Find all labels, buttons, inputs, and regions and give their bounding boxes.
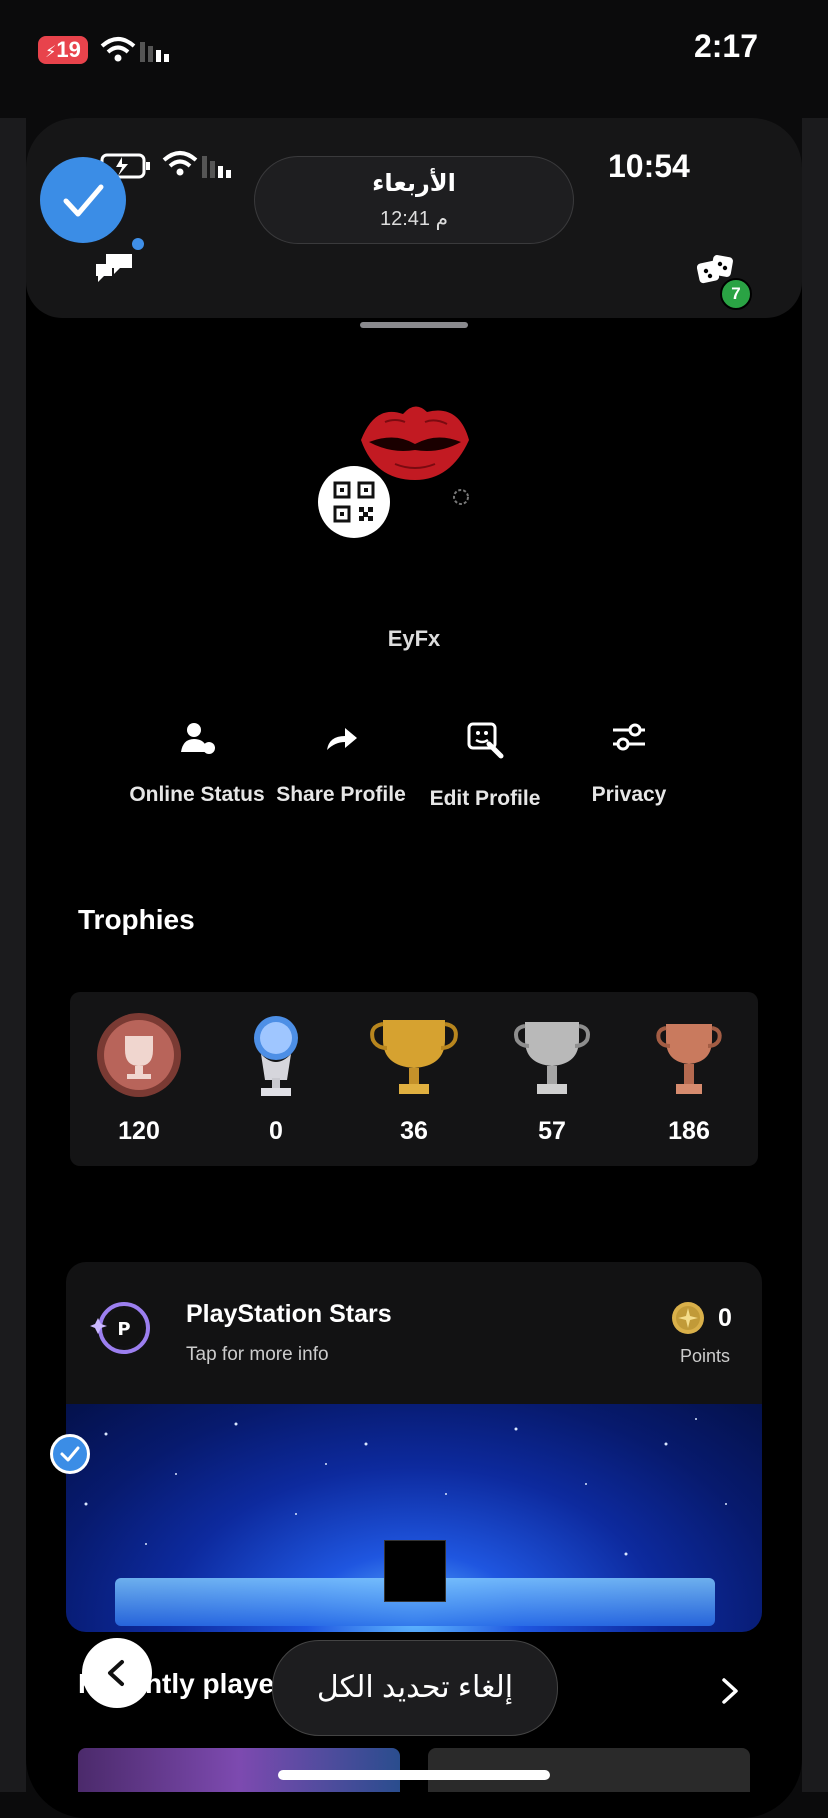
share-arrow-icon <box>327 728 357 750</box>
battery-indicator: ⚡19 <box>38 36 88 64</box>
inner-clock: 10:54 <box>608 148 690 184</box>
chevron-left-icon <box>108 1660 124 1686</box>
select-screenshot-check[interactable] <box>40 157 126 243</box>
trophy-count: 57 <box>538 1117 566 1145</box>
card-left-edge <box>0 118 26 1792</box>
outer-status-bar: ⚡19 2:17 <box>0 0 828 100</box>
points-coin-icon <box>672 1302 704 1334</box>
stars-subtitle: Tap for more info <box>186 1344 329 1365</box>
inner-wifi-icon <box>162 151 198 176</box>
bronze-trophy-icon <box>656 1024 722 1094</box>
home-indicator[interactable] <box>278 1770 550 1780</box>
outer-clock: 2:17 <box>693 28 758 64</box>
sliders-icon <box>613 723 645 751</box>
card-right-edge <box>802 118 828 1792</box>
points-value: 0 <box>718 1304 732 1332</box>
edit-profile-icon <box>467 722 504 759</box>
stars-title: PlayStation Stars <box>186 1300 392 1328</box>
status-indicator-icon <box>453 489 469 505</box>
online-status-button[interactable]: Online Status <box>122 720 272 807</box>
chevron-right-icon[interactable] <box>718 1676 742 1706</box>
day-label: الأربعاء <box>372 170 456 197</box>
trophies-title: Trophies <box>78 904 195 935</box>
platinum-trophy-icon <box>254 1016 298 1096</box>
checkmark-icon <box>63 184 104 217</box>
action-label: Privacy <box>591 783 667 806</box>
trophy-count: 0 <box>269 1117 283 1145</box>
back-button[interactable] <box>82 1638 152 1708</box>
trophy-bronze[interactable]: 186 <box>634 1010 744 1146</box>
trophy-gold[interactable]: 36 <box>359 1010 469 1146</box>
points-label: Points <box>680 1346 731 1366</box>
sheet-grabber[interactable] <box>360 322 468 328</box>
gold-trophy-icon <box>370 1020 458 1094</box>
cellular-signal-icon <box>140 42 169 62</box>
trophy-count: 36 <box>400 1117 428 1145</box>
edit-profile-button[interactable]: Edit Profile <box>410 720 560 811</box>
action-label: Edit Profile <box>429 787 541 810</box>
checkmark-icon <box>60 1446 80 1462</box>
action-label: Share Profile <box>276 783 406 806</box>
person-status-icon <box>181 723 215 754</box>
svg-text:P: P <box>117 1319 130 1340</box>
trophy-silver[interactable]: 57 <box>497 1010 607 1146</box>
messages-notification-dot <box>132 238 144 250</box>
qr-code-icon <box>333 481 375 523</box>
trophy-count: 186 <box>668 1117 710 1145</box>
trophy-level-icon <box>97 1013 181 1097</box>
trophy-count: 120 <box>118 1117 160 1145</box>
trophy-platinum[interactable]: 0 <box>221 1010 331 1146</box>
share-profile-button[interactable]: Share Profile <box>266 720 416 807</box>
messages-icon[interactable] <box>92 250 136 286</box>
playstation-stars-card[interactable] <box>66 1262 762 1404</box>
trophy-level[interactable]: 120 <box>84 1010 194 1146</box>
silver-trophy-icon <box>514 1022 590 1094</box>
playstation-stars-icon: P <box>90 1302 150 1354</box>
inner-signal-icon <box>202 156 231 178</box>
mini-screenshot-thumbnail[interactable] <box>384 1540 446 1602</box>
date-pill: الأربعاء 12:41 م <box>254 156 574 244</box>
deselect-all-button[interactable]: إلغاء تحديد الكل <box>272 1640 558 1736</box>
wifi-icon <box>100 37 136 62</box>
action-label: Online Status <box>129 783 265 806</box>
game-lists-badge: 7 <box>720 278 752 310</box>
select-banner-check[interactable] <box>50 1434 90 1474</box>
qr-code-button[interactable] <box>318 466 390 538</box>
date-time-label: 12:41 م <box>380 208 448 230</box>
privacy-button[interactable]: Privacy <box>554 720 704 807</box>
profile-username: EyFx <box>387 626 441 651</box>
